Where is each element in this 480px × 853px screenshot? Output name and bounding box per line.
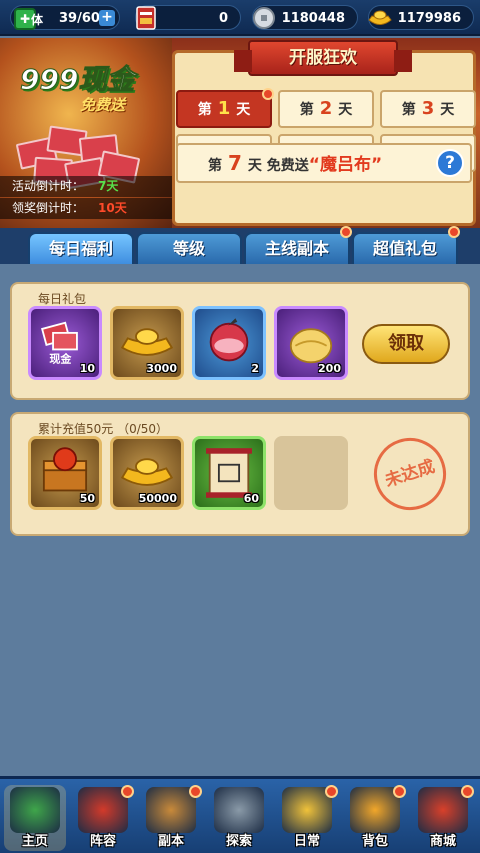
nav-label: 主页 — [21, 834, 48, 849]
nav-daily[interactable]: 日常 — [276, 785, 338, 851]
day-1-button[interactable]: 第1天 — [176, 88, 274, 128]
not-achieved-stamp: 未达成 — [364, 428, 456, 520]
nav-label: 商城 — [429, 834, 456, 849]
tab-2[interactable]: 等级 — [136, 232, 242, 264]
nav-lineup[interactable]: 阵容 — [72, 785, 134, 851]
reward-item[interactable]: 60 — [192, 436, 266, 510]
ticket-counter[interactable]: 0 — [135, 5, 241, 30]
nav-label: 探索 — [225, 834, 252, 849]
notification-dot — [448, 226, 460, 238]
day-number: 2 — [319, 98, 333, 119]
home-icon — [10, 787, 60, 833]
ingot-counter[interactable]: 1179986 — [368, 5, 474, 30]
tab-bar: 每日福利 等级 主线副本 超值礼包 — [0, 226, 480, 264]
nav-label: 副本 — [157, 834, 184, 849]
stamina-counter[interactable]: ✚ 体 39/60 + — [10, 5, 120, 30]
nav-label: 阵容 — [89, 834, 116, 849]
day-7-number: 7 — [228, 151, 242, 175]
recharge-pack-title: 累计充值50元 （0/50） — [38, 420, 168, 437]
day-3-button[interactable]: 第3天 — [380, 90, 476, 128]
day-pre: 第 — [197, 102, 212, 118]
main-content: 每日礼包 现金 10 3000 2 200 领取 累计充值50元 （0/50） 50 50… — [0, 264, 480, 776]
day-pre: 第 — [401, 102, 416, 118]
bottom-nav: 主页 阵容 副本 探索 日常 背包 商城 — [0, 776, 480, 853]
nav-shop[interactable]: 商城 — [412, 785, 474, 851]
stamina-value: 39/60 — [59, 11, 100, 26]
ingot-value: 1179986 — [397, 11, 461, 26]
nav-home[interactable]: 主页 — [4, 785, 66, 851]
add-stamina-button[interactable]: + — [99, 10, 115, 26]
reward-item[interactable]: 2 — [192, 306, 266, 380]
day-pre: 第 — [299, 102, 314, 118]
svg-text:现金: 现金 — [49, 351, 72, 365]
item-quantity: 50000 — [138, 492, 177, 505]
item-quantity: 3000 — [146, 362, 177, 375]
daily-pack-title: 每日礼包 — [38, 292, 87, 306]
item-quantity: 60 — [243, 492, 259, 505]
recharge-progress: （0/50） — [117, 422, 169, 436]
day-post: 天 — [338, 102, 353, 118]
notification-dot — [325, 785, 338, 798]
notification-dot — [189, 785, 202, 798]
reward-item[interactable]: 50000 — [110, 436, 184, 510]
day-7-reward[interactable]: 第7 天 免费送“魔吕布” ? — [176, 143, 472, 183]
claim-button[interactable]: 领取 — [362, 324, 450, 364]
day-7-reward-name: “魔吕布” — [308, 155, 383, 175]
empty-slot — [274, 436, 348, 510]
daily-pack-panel: 每日礼包 现金 10 3000 2 200 领取 — [10, 282, 470, 400]
day-7-pre: 第 — [208, 158, 222, 174]
day-number: 1 — [217, 98, 231, 119]
ticket-icon — [136, 6, 156, 30]
promo-panel: 999现金 免费送 活动倒计时： 7天 领奖倒计时： 10天 — [0, 38, 172, 228]
notification-dot — [393, 785, 406, 798]
claim-countdown-value: 10天 — [98, 201, 127, 215]
activity-countdown: 活动倒计时： 7天 — [0, 176, 172, 197]
nav-swords[interactable]: 副本 — [140, 785, 202, 851]
notification-dot — [340, 226, 352, 238]
recharge-title-text: 累计充值50元 — [38, 422, 114, 436]
item-quantity: 10 — [79, 362, 95, 375]
item-quantity: 50 — [79, 492, 95, 505]
tab-1[interactable]: 每日福利 — [28, 232, 134, 264]
reward-item[interactable]: 现金 10 — [28, 306, 102, 380]
day-post: 天 — [440, 102, 455, 118]
nav-bag[interactable]: 背包 — [344, 785, 406, 851]
day-7-mid: 天 免费送 — [247, 158, 309, 174]
coin-icon — [253, 7, 275, 29]
help-button[interactable]: ? — [436, 149, 464, 177]
item-quantity: 2 — [251, 362, 259, 375]
nav-label: 背包 — [361, 834, 388, 849]
reward-item[interactable]: 50 — [28, 436, 102, 510]
tab-4[interactable]: 超值礼包 — [352, 232, 458, 264]
resource-bar: ✚ 体 39/60 + 0 1180448 1179986 — [0, 0, 480, 36]
nav-label: 日常 — [293, 834, 320, 849]
recharge-pack-panel: 累计充值50元 （0/50） 50 50000 60 未达成 — [10, 412, 470, 536]
coin-counter[interactable]: 1180448 — [252, 5, 358, 30]
day-number: 3 — [421, 98, 435, 119]
event-title: 开服狂欢 — [234, 40, 412, 76]
notification-dot — [121, 785, 134, 798]
notification-dot — [461, 785, 474, 798]
notification-dot — [262, 88, 274, 100]
day-2-button[interactable]: 第2天 — [278, 90, 374, 128]
claim-countdown: 领奖倒计时： 10天 — [0, 198, 172, 219]
nav-lock[interactable]: 探索 — [208, 785, 270, 851]
tab-3[interactable]: 主线副本 — [244, 232, 350, 264]
reward-item[interactable]: 200 — [274, 306, 348, 380]
gold-ingot-icon — [368, 10, 392, 25]
activity-countdown-label: 活动倒计时： — [12, 179, 85, 193]
day-post: 天 — [236, 102, 251, 118]
coin-value: 1180448 — [281, 11, 345, 26]
reward-item[interactable]: 3000 — [110, 306, 184, 380]
ticket-value: 0 — [218, 11, 228, 26]
claim-countdown-label: 领奖倒计时： — [12, 201, 85, 215]
activity-countdown-value: 7天 — [98, 179, 119, 193]
item-quantity: 200 — [318, 362, 341, 375]
promo-title: 999现金 — [19, 63, 135, 97]
stamina-label: 体 — [31, 13, 44, 27]
lock-icon — [214, 787, 264, 833]
